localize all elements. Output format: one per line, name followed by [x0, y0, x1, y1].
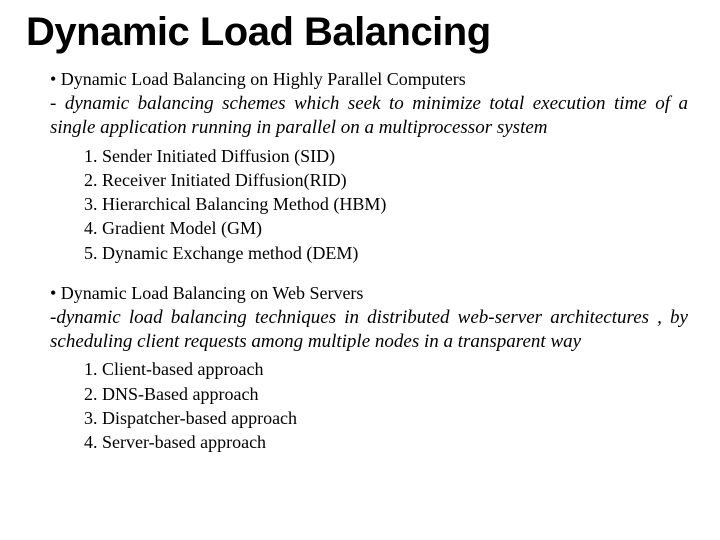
desc-highly-parallel: - dynamic balancing schemes which seek t… [50, 92, 688, 140]
section-web-servers: • Dynamic Load Balancing on Web Servers … [50, 283, 688, 455]
list-item: 1. Sender Initiated Diffusion (SID) [84, 144, 688, 168]
list-web-servers: 1. Client-based approach 2. DNS-Based ap… [84, 357, 688, 454]
list-highly-parallel: 1. Sender Initiated Diffusion (SID) 2. R… [84, 144, 688, 265]
list-item: 2. DNS-Based approach [84, 382, 688, 406]
list-item: 3. Hierarchical Balancing Method (HBM) [84, 192, 688, 216]
slide-title: Dynamic Load Balancing [26, 10, 688, 55]
desc-web-servers: -dynamic load balancing techniques in di… [50, 306, 688, 354]
list-item: 5. Dynamic Exchange method (DEM) [84, 241, 688, 265]
list-item: 3. Dispatcher-based approach [84, 406, 688, 430]
list-item: 2. Receiver Initiated Diffusion(RID) [84, 168, 688, 192]
list-item: 1. Client-based approach [84, 357, 688, 381]
bullet-highly-parallel: • Dynamic Load Balancing on Highly Paral… [50, 69, 688, 90]
list-item: 4. Server-based approach [84, 430, 688, 454]
list-item: 4. Gradient Model (GM) [84, 216, 688, 240]
section-highly-parallel: • Dynamic Load Balancing on Highly Paral… [50, 69, 688, 265]
bullet-web-servers: • Dynamic Load Balancing on Web Servers [50, 283, 688, 304]
